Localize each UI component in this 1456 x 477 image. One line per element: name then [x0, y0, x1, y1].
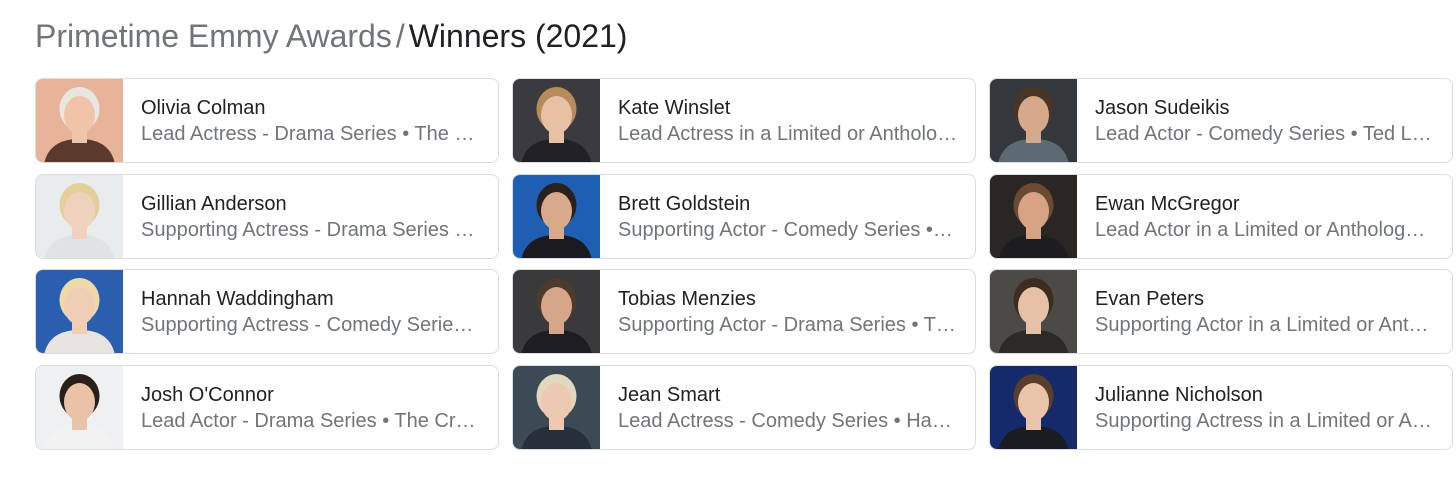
- portrait-photo-icon: [990, 270, 1077, 353]
- portrait-photo-icon: [513, 175, 600, 258]
- portrait-photo-icon: [990, 366, 1077, 449]
- portrait-photo-icon: [36, 79, 123, 162]
- winner-card[interactable]: Brett Goldstein Supporting Actor - Comedy…: [512, 174, 976, 259]
- winner-name[interactable]: Ewan McGregor: [1095, 193, 1435, 216]
- winner-category: Supporting Actress - Comedy Series • Ted…: [141, 314, 481, 336]
- winner-photo[interactable]: [36, 175, 123, 258]
- winner-photo[interactable]: [36, 366, 123, 449]
- winner-card[interactable]: Olivia Colman Lead Actress - Drama Series…: [35, 78, 499, 163]
- breadcrumb-current: Winners (2021): [408, 17, 628, 54]
- winner-name[interactable]: Hannah Waddingham: [141, 288, 481, 311]
- winner-name[interactable]: Olivia Colman: [141, 97, 481, 120]
- winner-photo[interactable]: [990, 270, 1077, 353]
- winner-name[interactable]: Brett Goldstein: [618, 193, 958, 216]
- portrait-photo-icon: [36, 270, 123, 353]
- winners-grid: Olivia Colman Lead Actress - Drama Series…: [35, 78, 1456, 452]
- breadcrumb-parent-link[interactable]: Primetime Emmy Awards: [35, 18, 392, 55]
- winner-photo[interactable]: [513, 79, 600, 162]
- winner-name[interactable]: Tobias Menzies: [618, 288, 958, 311]
- winner-card[interactable]: Hannah Waddingham Supporting Actress - Co…: [35, 269, 499, 354]
- winner-card[interactable]: Jason Sudeikis Lead Actor - Comedy Series…: [989, 78, 1453, 163]
- breadcrumb-separator: /: [395, 17, 405, 54]
- winner-category: Lead Actor in a Limited or Anthology Ser…: [1095, 219, 1435, 241]
- portrait-photo-icon: [990, 79, 1077, 162]
- winner-category: Supporting Actress in a Limited or Antho…: [1095, 410, 1435, 432]
- portrait-photo-icon: [36, 366, 123, 449]
- winner-category: Lead Actor - Comedy Series • Ted Lasso: [1095, 123, 1435, 145]
- portrait-photo-icon: [990, 175, 1077, 258]
- winner-card[interactable]: Gillian Anderson Supporting Actress - Dra…: [35, 174, 499, 259]
- winner-card[interactable]: Josh O'Connor Lead Actor - Drama Series •…: [35, 365, 499, 450]
- winner-name[interactable]: Kate Winslet: [618, 97, 958, 120]
- portrait-photo-icon: [36, 175, 123, 258]
- winner-photo[interactable]: [36, 270, 123, 353]
- winner-category: Supporting Actor in a Limited or Antholo…: [1095, 314, 1435, 336]
- winner-card[interactable]: Kate Winslet Lead Actress in a Limited or…: [512, 78, 976, 163]
- winner-card[interactable]: Tobias Menzies Supporting Actor - Drama S…: [512, 269, 976, 354]
- winner-category: Supporting Actress - Drama Series • The …: [141, 219, 481, 241]
- winner-photo[interactable]: [990, 79, 1077, 162]
- portrait-photo-icon: [513, 270, 600, 353]
- breadcrumb: Primetime Emmy Awards / Winners (2021): [35, 14, 627, 58]
- winner-name[interactable]: Evan Peters: [1095, 288, 1435, 311]
- winner-category: Supporting Actor - Comedy Series • Ted L…: [618, 219, 958, 241]
- winner-name[interactable]: Jason Sudeikis: [1095, 97, 1435, 120]
- winner-name[interactable]: Josh O'Connor: [141, 384, 481, 407]
- portrait-photo-icon: [513, 79, 600, 162]
- winner-category: Supporting Actor - Drama Series • The Cr…: [618, 314, 958, 336]
- winner-card[interactable]: Julianne Nicholson Supporting Actress in …: [989, 365, 1453, 450]
- winner-name[interactable]: Julianne Nicholson: [1095, 384, 1435, 407]
- winner-photo[interactable]: [36, 79, 123, 162]
- winner-category: Lead Actress - Comedy Series • Hacks: [618, 410, 958, 432]
- portrait-photo-icon: [513, 366, 600, 449]
- winner-photo[interactable]: [513, 270, 600, 353]
- winner-name[interactable]: Gillian Anderson: [141, 193, 481, 216]
- winner-photo[interactable]: [990, 175, 1077, 258]
- winner-category: Lead Actor - Drama Series • The Crown: [141, 410, 481, 432]
- winner-card[interactable]: Evan Peters Supporting Actor in a Limited…: [989, 269, 1453, 354]
- winner-photo[interactable]: [513, 366, 600, 449]
- winner-photo[interactable]: [513, 175, 600, 258]
- winner-card[interactable]: Jean Smart Lead Actress - Comedy Series •…: [512, 365, 976, 450]
- winner-card[interactable]: Ewan McGregor Lead Actor in a Limited or …: [989, 174, 1453, 259]
- winner-name[interactable]: Jean Smart: [618, 384, 958, 407]
- winner-category: Lead Actress in a Limited or Anthology S…: [618, 123, 958, 145]
- winner-photo[interactable]: [990, 366, 1077, 449]
- winner-category: Lead Actress - Drama Series • The Crown: [141, 123, 481, 145]
